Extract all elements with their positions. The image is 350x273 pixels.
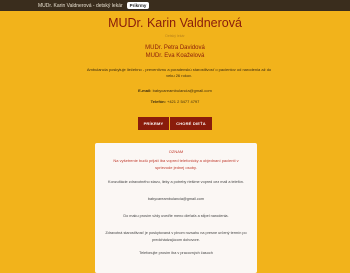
top-bar: MUDr. Karin Valdnerová - detský lekár Pr…	[0, 0, 350, 11]
phone-label: Telefón:	[150, 99, 166, 104]
phone-link[interactable]: +421 2 5477 4797	[167, 99, 199, 104]
notice-card: OZNAM Na vyšetrenie budú prijatí iba vop…	[95, 143, 257, 273]
prikrmy-top-button[interactable]: Prikrmy	[126, 2, 150, 9]
page-title: MUDr. Karin Valdnerová	[108, 16, 242, 30]
phone-row: Telefón: +421 2 5477 4797	[0, 99, 350, 104]
notice-email-link[interactable]: babycareambulancia@gmail.com	[95, 197, 257, 202]
notice-heading: OZNAM	[168, 149, 184, 154]
prikrmy-button[interactable]: PRÍKRMY	[138, 117, 169, 130]
notice-line: Zdravotná starostlivosť je poskytovaná v…	[105, 231, 247, 235]
notice-red-line: sprievode jednej osoby.	[155, 165, 197, 170]
breadcrumb[interactable]: MUDr. Karin Valdnerová - detský lekár	[38, 3, 123, 9]
page-subtitle: Detský lekár	[165, 34, 185, 38]
notice-line: predchádzajúcom dohovore.	[152, 238, 200, 242]
email-link[interactable]: babycareambulancia@gmail.com	[153, 88, 212, 93]
chore-dieta-button[interactable]: CHORÉ DIEŤA	[170, 117, 212, 130]
doctor-name: MUDr. Petra Davidová	[145, 45, 205, 51]
email-label: E-mail:	[138, 88, 152, 93]
intro-text: Ambulancia poskytuje liečebno - preventí…	[86, 67, 272, 78]
doctor-name: MUDr. Eva Koaželová	[145, 53, 205, 59]
email-row: E-mail: babycareambulancia@gmail.com	[0, 88, 350, 93]
notice-red-line: Na vyšetrenie budú prijatí iba vopred te…	[113, 158, 239, 163]
notice-line: Do maku prosím vždy uveďte meno dieťaťa …	[123, 214, 229, 218]
notice-line: Telefonujte prosím iba v pracovných časo…	[139, 251, 213, 255]
notice-line: Konzultácie zdravotného stavu, lieky a p…	[108, 180, 244, 184]
